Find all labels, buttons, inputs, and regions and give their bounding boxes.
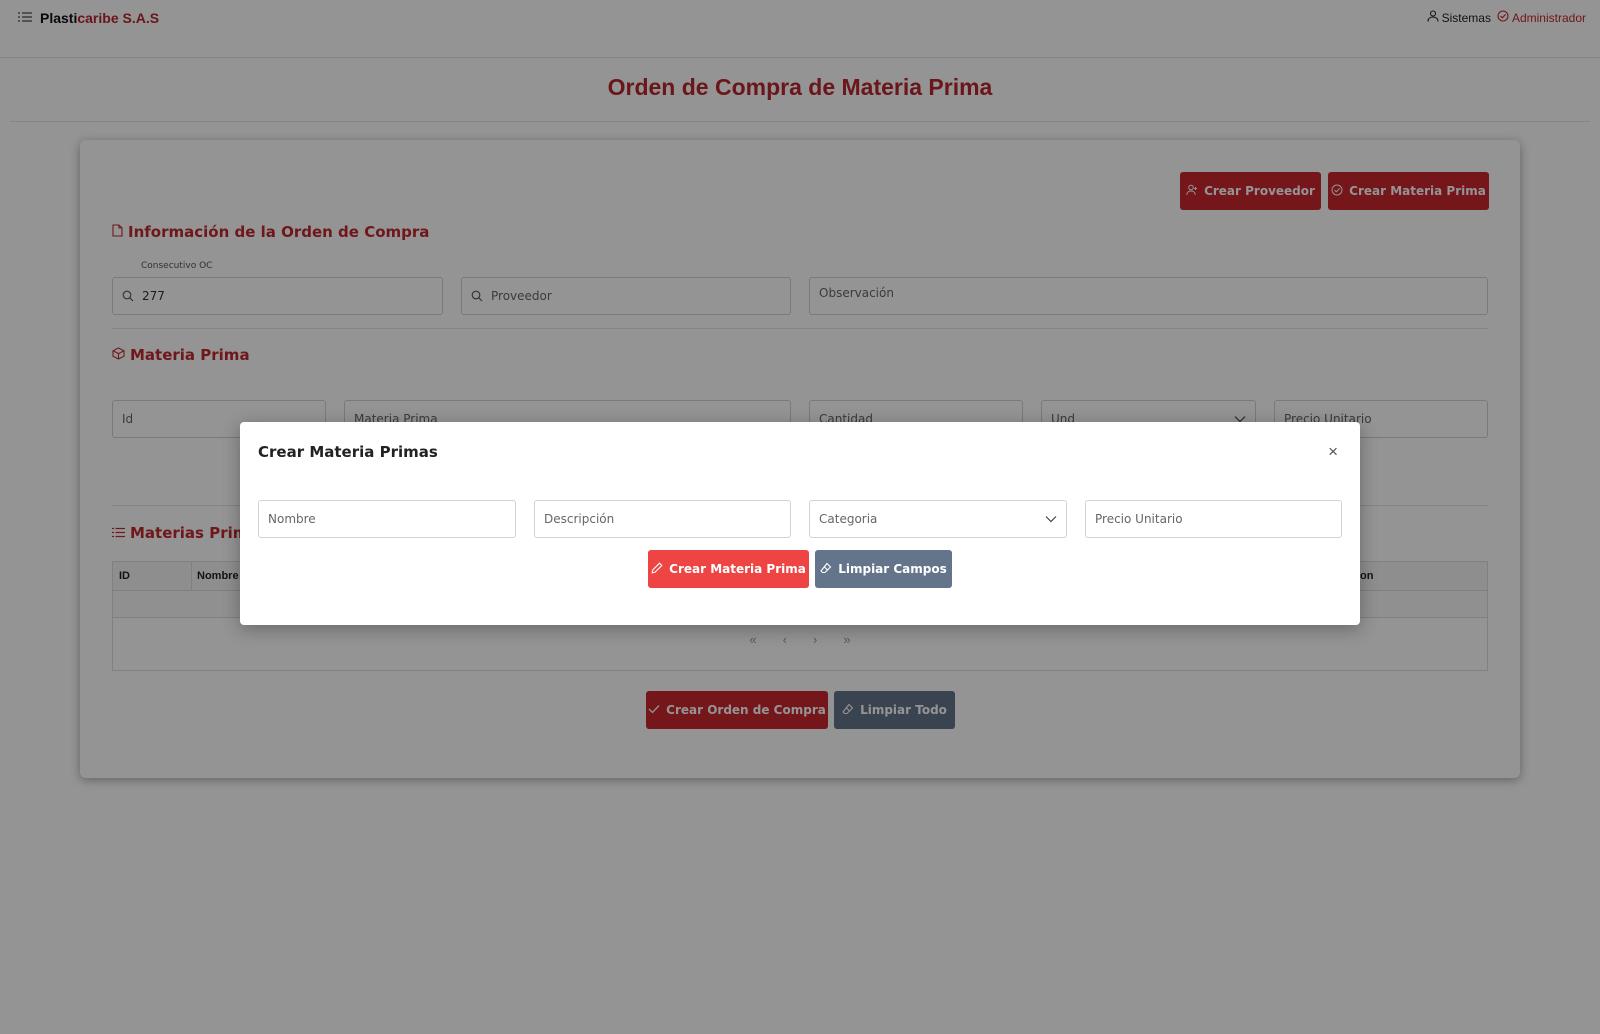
categoria-select[interactable]: Categoria <box>809 500 1067 538</box>
crear-materia-prima-modal: Crear Materia Primas × Nombre Descripció… <box>240 422 1360 625</box>
close-icon[interactable]: × <box>1328 442 1338 462</box>
categoria-placeholder: Categoria <box>819 512 878 526</box>
modal-precio-unitario-field[interactable]: Precio Unitario <box>1085 500 1342 538</box>
descripcion-field[interactable]: Descripción <box>534 500 791 538</box>
modal-crear-label: Crear Materia Prima <box>669 562 806 576</box>
modal-precio-placeholder: Precio Unitario <box>1095 512 1183 526</box>
chevron-down-icon <box>1045 512 1057 526</box>
nombre-field[interactable]: Nombre <box>258 500 516 538</box>
modal-crear-materia-prima-button[interactable]: Crear Materia Prima <box>648 550 809 588</box>
limpiar-campos-label: Limpiar Campos <box>838 562 947 576</box>
descripcion-placeholder: Descripción <box>544 512 615 526</box>
limpiar-campos-button[interactable]: Limpiar Campos <box>815 550 952 588</box>
eraser-icon <box>820 562 832 577</box>
pencil-icon <box>651 561 663 577</box>
nombre-placeholder: Nombre <box>268 512 316 526</box>
modal-title: Crear Materia Primas <box>258 443 438 461</box>
